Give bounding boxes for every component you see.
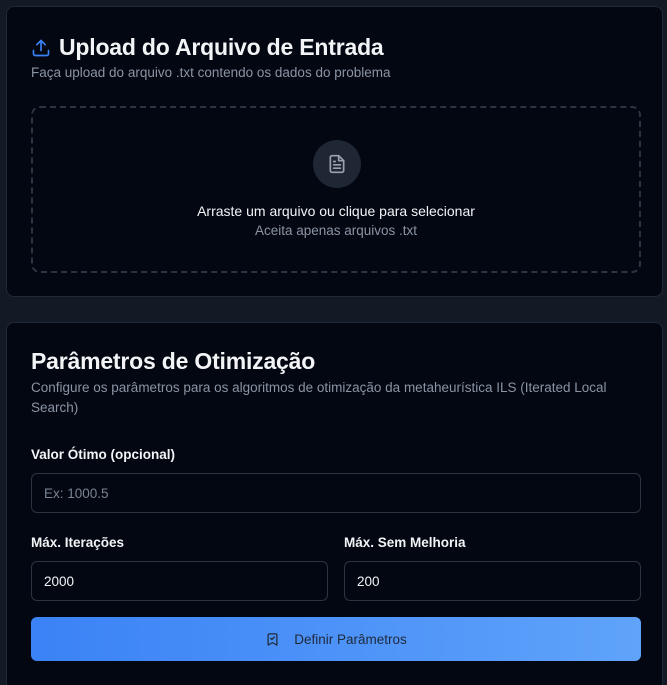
define-parameters-button[interactable]: Definir Parâmetros [31, 617, 641, 661]
optimal-value-input[interactable] [31, 473, 641, 513]
bookmark-check-icon [267, 632, 278, 646]
dropzone-accepted-types: Aceita apenas arquivos .txt [254, 223, 418, 238]
upload-subtitle: Faça upload do arquivo .txt contendo os … [31, 65, 391, 80]
file-dropzone[interactable]: Arraste um arquivo ou clique para seleci… [31, 106, 641, 273]
file-icon-circle [313, 140, 361, 188]
parameters-subtitle: Configure os parâmetros para os algoritm… [31, 380, 607, 415]
upload-title: Upload do Arquivo de Entrada [59, 34, 384, 60]
max-no-improvement-input[interactable] [344, 561, 641, 601]
parameters-card: Parâmetros de Otimização Configure os pa… [6, 322, 663, 685]
parameters-title: Parâmetros de Otimização [31, 348, 316, 374]
optimal-value-label: Valor Ótimo (opcional) [31, 447, 176, 462]
upload-card: Upload do Arquivo de Entrada Faça upload… [6, 6, 663, 297]
upload-icon [32, 39, 50, 56]
define-parameters-label: Definir Parâmetros [294, 631, 407, 647]
upload-title-row: Upload do Arquivo de Entrada [31, 34, 384, 61]
file-text-icon [329, 154, 345, 174]
max-no-improvement-label: Máx. Sem Melhoria [344, 535, 466, 550]
max-iterations-input[interactable] [31, 561, 328, 601]
dropzone-instruction: Arraste um arquivo ou clique para seleci… [197, 203, 475, 219]
max-iterations-label: Máx. Iterações [31, 535, 125, 550]
